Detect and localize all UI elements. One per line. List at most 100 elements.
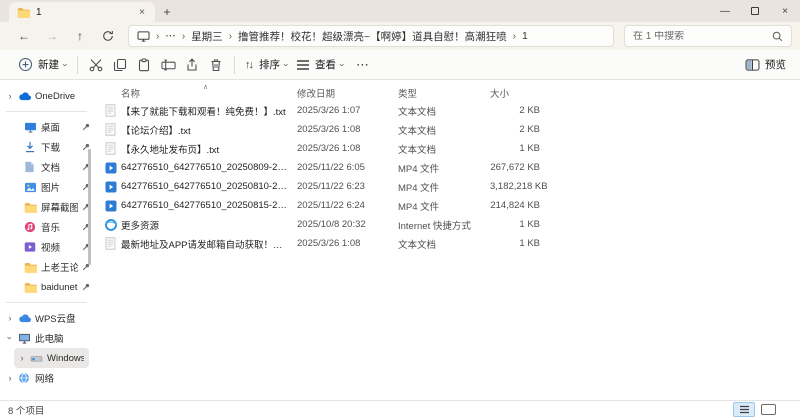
maximize-button[interactable] (740, 0, 770, 22)
large-icons-view-button[interactable] (761, 404, 776, 415)
preview-label: 预览 (765, 57, 786, 72)
sidebar-item-downloads[interactable]: 下载 (0, 137, 95, 157)
search-input[interactable] (633, 31, 772, 42)
view-button[interactable]: 查看 › (292, 52, 348, 78)
paste-icon (137, 58, 151, 72)
status-bar: 8 个项目 (0, 400, 800, 418)
file-type: 文本文档 (398, 142, 490, 156)
file-list: 名称 修改日期 类型 大小 ∧ 【来了就能下载和观看！纯免费！】.txt 202… (95, 81, 800, 400)
sort-ascending-icon: ∧ (203, 83, 208, 91)
new-button[interactable]: 新建 › (14, 52, 71, 78)
table-row[interactable]: 【永久地址发布页】.txt 2025/3/26 1:08 文本文档 1 KB (95, 139, 800, 158)
file-type: MP4 文件 (398, 161, 490, 175)
mp4-file-icon (105, 199, 118, 213)
column-header-name[interactable]: 名称 (121, 86, 297, 100)
breadcrumb-segment[interactable]: 撸管推荐！校花！超级漂亮~【啊婷】道具自慰！高潮狂喷 (238, 29, 507, 44)
forward-button[interactable]: → (38, 24, 66, 48)
preview-pane-icon (745, 59, 760, 71)
file-size: 2 KB (490, 105, 540, 116)
table-row[interactable]: 642776510_642776510_20250815-223845... 2… (95, 196, 800, 215)
folder-icon (24, 201, 37, 214)
sidebar-item-windows-ssd[interactable]: › Windows-SSD (14, 348, 89, 368)
titlebar: 1 × + — × (0, 0, 800, 22)
file-name: 642776510_642776510_20250809-222847... (121, 162, 297, 173)
sidebar-item-videos[interactable]: 视频 (0, 237, 95, 257)
chevron-right-icon[interactable]: › (6, 91, 14, 101)
file-date: 2025/3/26 1:08 (297, 124, 398, 135)
sidebar-item-folder-laowang[interactable]: 上老王论坛当 (0, 257, 95, 277)
column-header-date[interactable]: 修改日期 (297, 86, 398, 100)
new-label: 新建 (38, 57, 59, 72)
text-file-icon (105, 237, 118, 251)
chevron-down-icon[interactable]: › (5, 334, 15, 342)
file-size: 2 KB (490, 124, 540, 135)
search-box[interactable] (624, 25, 792, 47)
sidebar-item-this-pc[interactable]: › 此电脑 (0, 328, 95, 348)
sidebar-item-music[interactable]: 音乐 (0, 217, 95, 237)
column-header-type[interactable]: 类型 (398, 86, 490, 100)
rename-button[interactable] (156, 52, 180, 78)
command-bar: 新建 › ↑↓ 排序 › 查看 › ⋯ 预览 (0, 50, 800, 80)
cut-button[interactable] (84, 52, 108, 78)
chevron-right-icon[interactable]: › (6, 373, 14, 383)
sort-button[interactable]: ↑↓ 排序 › (241, 52, 292, 78)
sidebar-item-documents[interactable]: 文档 (0, 157, 95, 177)
column-header-size[interactable]: 大小 (490, 86, 540, 100)
share-button[interactable] (180, 52, 204, 78)
breadcrumb[interactable]: › ⋯ › 星期三 › 撸管推荐！校花！超级漂亮~【啊婷】道具自慰！高潮狂喷 ›… (128, 25, 614, 47)
share-icon (185, 58, 199, 72)
sidebar-item-label: 下载 (41, 140, 78, 154)
sidebar-item-network[interactable]: › 网络 (0, 368, 95, 388)
breadcrumb-segment[interactable]: 1 (522, 30, 528, 42)
breadcrumb-segment[interactable]: 星期三 (191, 29, 223, 44)
search-icon (772, 31, 783, 42)
items-count: 8 个项目 (8, 403, 44, 417)
sidebar-item-screenshots[interactable]: 屏幕截图 (0, 197, 95, 217)
table-row[interactable]: 642776510_642776510_20250810-215910... 2… (95, 177, 800, 196)
sidebar-item-pictures[interactable]: 图片 (0, 177, 95, 197)
sidebar-item-wps-cloud[interactable]: › WPS云盘 (0, 308, 95, 328)
file-name: 642776510_642776510_20250810-215910... (121, 181, 297, 192)
file-name: 【永久地址发布页】.txt (121, 142, 297, 156)
chevron-down-icon: › (282, 63, 292, 66)
network-icon (18, 372, 31, 385)
table-row[interactable]: 【来了就能下载和观看！纯免费！】.txt 2025/3/26 1:07 文本文档… (95, 101, 800, 120)
sidebar-item-desktop[interactable]: 桌面 (0, 117, 95, 137)
chevron-right-icon[interactable]: › (6, 313, 14, 323)
file-date: 2025/11/22 6:23 (297, 181, 398, 192)
file-type: MP4 文件 (398, 180, 490, 194)
more-options-button[interactable]: ⋯ (348, 57, 377, 73)
close-button[interactable]: × (770, 0, 800, 22)
view-icon (296, 59, 310, 71)
file-size: 1 KB (490, 143, 540, 154)
new-tab-button[interactable]: + (155, 2, 179, 22)
delete-button[interactable] (204, 52, 228, 78)
tab-1[interactable]: 1 × (9, 2, 155, 22)
table-row[interactable]: 最新地址及APP请发邮箱自动获取！！！.txt 2025/3/26 1:08 文… (95, 234, 800, 253)
table-row[interactable]: 更多资源 2025/10/8 20:32 Internet 快捷方式 1 KB (95, 215, 800, 234)
file-list-header: 名称 修改日期 类型 大小 ∧ (95, 84, 800, 101)
preview-toggle[interactable]: 预览 (745, 57, 786, 72)
breadcrumb-ellipsis[interactable]: ⋯ (165, 30, 176, 42)
download-icon (24, 141, 37, 154)
up-button[interactable]: ↑ (66, 24, 94, 48)
details-view-button[interactable] (733, 402, 755, 417)
chevron-right-icon: › (182, 31, 185, 42)
sidebar-divider (6, 111, 87, 112)
back-button[interactable]: ← (10, 24, 38, 48)
pictures-icon (24, 181, 37, 194)
table-row[interactable]: 642776510_642776510_20250809-222847... 2… (95, 158, 800, 177)
copy-button[interactable] (108, 52, 132, 78)
internet-shortcut-icon (105, 218, 118, 232)
sidebar-scrollbar[interactable] (88, 149, 91, 265)
chevron-right-icon[interactable]: › (18, 353, 26, 363)
minimize-button[interactable]: — (710, 0, 740, 22)
sidebar-item-onedrive[interactable]: › OneDrive (0, 86, 95, 106)
table-row[interactable]: 【论坛介绍】.txt 2025/3/26 1:08 文本文档 2 KB (95, 120, 800, 139)
tab-close-icon[interactable]: × (137, 7, 147, 18)
paste-button[interactable] (132, 52, 156, 78)
file-name: 【论坛介绍】.txt (121, 123, 297, 137)
refresh-button[interactable] (94, 24, 122, 48)
computer-icon (137, 31, 150, 42)
sidebar-item-baidunetdisk[interactable]: baidunetdisl (0, 277, 95, 297)
